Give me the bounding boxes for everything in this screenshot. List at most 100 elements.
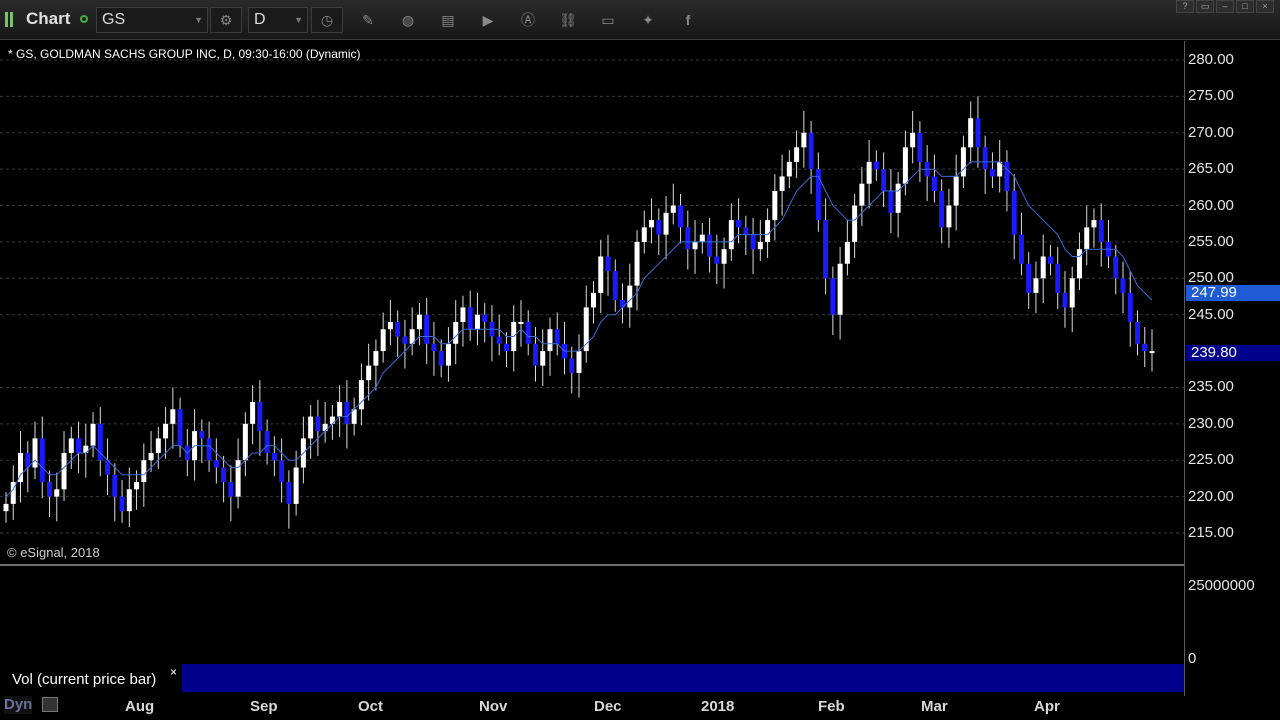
- volume-close-icon[interactable]: ×: [170, 665, 177, 679]
- candle-down: [177, 409, 183, 446]
- candle-up: [844, 241, 850, 264]
- date-axis-label: Nov: [479, 698, 508, 715]
- candle-up: [634, 241, 640, 286]
- candle-down: [714, 256, 720, 264]
- candle-up: [598, 256, 604, 293]
- candle-up: [627, 285, 633, 308]
- candle-down: [605, 256, 611, 272]
- candle-down: [344, 402, 350, 424]
- volume-pane[interactable]: [0, 566, 1184, 664]
- alert-icon[interactable]: Ⓐ: [518, 10, 538, 30]
- price-axis-label: 220.00: [1188, 487, 1234, 505]
- candle-down: [1004, 161, 1010, 191]
- candle-up: [1084, 227, 1090, 250]
- price-axis-label: 225.00: [1188, 451, 1234, 469]
- candle-up: [32, 438, 38, 468]
- symbol-input[interactable]: GS ▼: [96, 7, 208, 33]
- candle-up: [68, 438, 74, 453]
- candle-down: [264, 431, 270, 453]
- chat-icon[interactable]: ▭: [598, 10, 618, 30]
- candle-up: [895, 183, 901, 213]
- candle-down: [1098, 220, 1104, 242]
- candle-down: [888, 190, 894, 213]
- candle-down: [315, 416, 321, 432]
- grip-icon[interactable]: [5, 12, 15, 27]
- price-axis-label: 265.00: [1188, 160, 1234, 178]
- facebook-icon[interactable]: f: [678, 10, 698, 30]
- candle-down: [1120, 278, 1126, 293]
- candle-up: [765, 220, 771, 242]
- price-chart[interactable]: [0, 41, 1184, 564]
- candle-up: [61, 452, 67, 490]
- candle-down: [808, 132, 814, 170]
- candle-up: [946, 205, 952, 228]
- candle-down: [873, 161, 879, 170]
- volume-label: Vol (current price bar): [12, 671, 157, 688]
- price-axis-label: 245.00: [1188, 305, 1234, 323]
- minimize-icon[interactable]: –: [1216, 0, 1234, 13]
- candle-up: [649, 220, 655, 228]
- play-icon[interactable]: ▶: [478, 10, 498, 30]
- price-axis-label: 235.00: [1188, 378, 1234, 396]
- candle-up: [1033, 278, 1039, 293]
- candle-up: [322, 423, 328, 432]
- chevron-down-icon[interactable]: ▼: [294, 8, 303, 32]
- volume-axis-label-bottom: 0: [1188, 650, 1197, 667]
- candle-down: [1127, 292, 1133, 322]
- dynamic-tab[interactable]: Dyn: [4, 696, 33, 714]
- price-axis-label: 275.00: [1188, 87, 1234, 105]
- candle-down: [612, 271, 618, 301]
- candle-down: [438, 351, 444, 366]
- template-icon[interactable]: ▤: [438, 10, 458, 30]
- price-axis-label: 255.00: [1188, 232, 1234, 250]
- link-icon[interactable]: ⛓: [558, 10, 578, 30]
- candle-up: [1076, 249, 1082, 279]
- connection-status-icon: [80, 15, 88, 23]
- candle-down: [989, 169, 995, 177]
- help-icon[interactable]: ?: [1176, 0, 1194, 13]
- candle-up: [547, 329, 553, 352]
- maximize-icon[interactable]: □: [1236, 0, 1254, 13]
- chart-header: * GS, GOLDMAN SACHS GROUP INC, D, 09:30-…: [8, 47, 361, 61]
- candle-up: [852, 205, 858, 242]
- pencil-icon[interactable]: ✎: [358, 10, 378, 30]
- candle-up: [663, 212, 669, 235]
- candle-down: [467, 307, 473, 330]
- study-icon[interactable]: ◍: [398, 10, 418, 30]
- candle-down: [1018, 234, 1024, 264]
- image-icon[interactable]: [42, 697, 58, 712]
- candle-up: [968, 118, 974, 148]
- price-axis-label: 215.00: [1188, 524, 1234, 541]
- candle-down: [678, 205, 684, 228]
- candle-up: [772, 190, 778, 221]
- date-axis[interactable]: [0, 692, 1184, 720]
- symbol-settings-button[interactable]: ⚙: [210, 7, 242, 33]
- chevron-down-icon[interactable]: ▼: [194, 8, 203, 32]
- candle-down: [228, 482, 234, 497]
- candle-down: [1062, 292, 1068, 308]
- interval-input[interactable]: D ▼: [248, 7, 308, 33]
- restore-icon[interactable]: ▭: [1196, 0, 1214, 13]
- candle-down: [982, 147, 988, 170]
- volume-status-bar: Vol (current price bar) ×: [0, 664, 1184, 692]
- date-axis-label: Oct: [358, 698, 384, 715]
- candle-down: [525, 321, 531, 344]
- twitter-icon[interactable]: ✦: [638, 10, 658, 30]
- candle-up: [308, 416, 314, 439]
- candle-up: [1149, 351, 1155, 354]
- interval-settings-button[interactable]: ◷: [311, 7, 343, 33]
- gear-icon: ⚙: [219, 12, 233, 28]
- candle-down: [39, 438, 45, 483]
- candle-up: [134, 482, 140, 490]
- candle-up: [337, 402, 343, 417]
- candle-down: [1047, 256, 1053, 264]
- price-axis-label: 260.00: [1188, 196, 1234, 214]
- candle-down: [736, 220, 742, 228]
- candle-down: [1011, 190, 1017, 235]
- close-icon[interactable]: ×: [1256, 0, 1274, 13]
- candle-up: [242, 423, 248, 461]
- toolbar: Chart GS ▼ ⚙ D ▼ ◷ ✎ ◍ ▤ ▶ Ⓐ ⛓ ▭ ✦ f ? ▭…: [0, 0, 1280, 40]
- candle-down: [569, 358, 575, 373]
- date-axis-label: Apr: [1034, 698, 1060, 715]
- interval-value: D: [254, 11, 266, 28]
